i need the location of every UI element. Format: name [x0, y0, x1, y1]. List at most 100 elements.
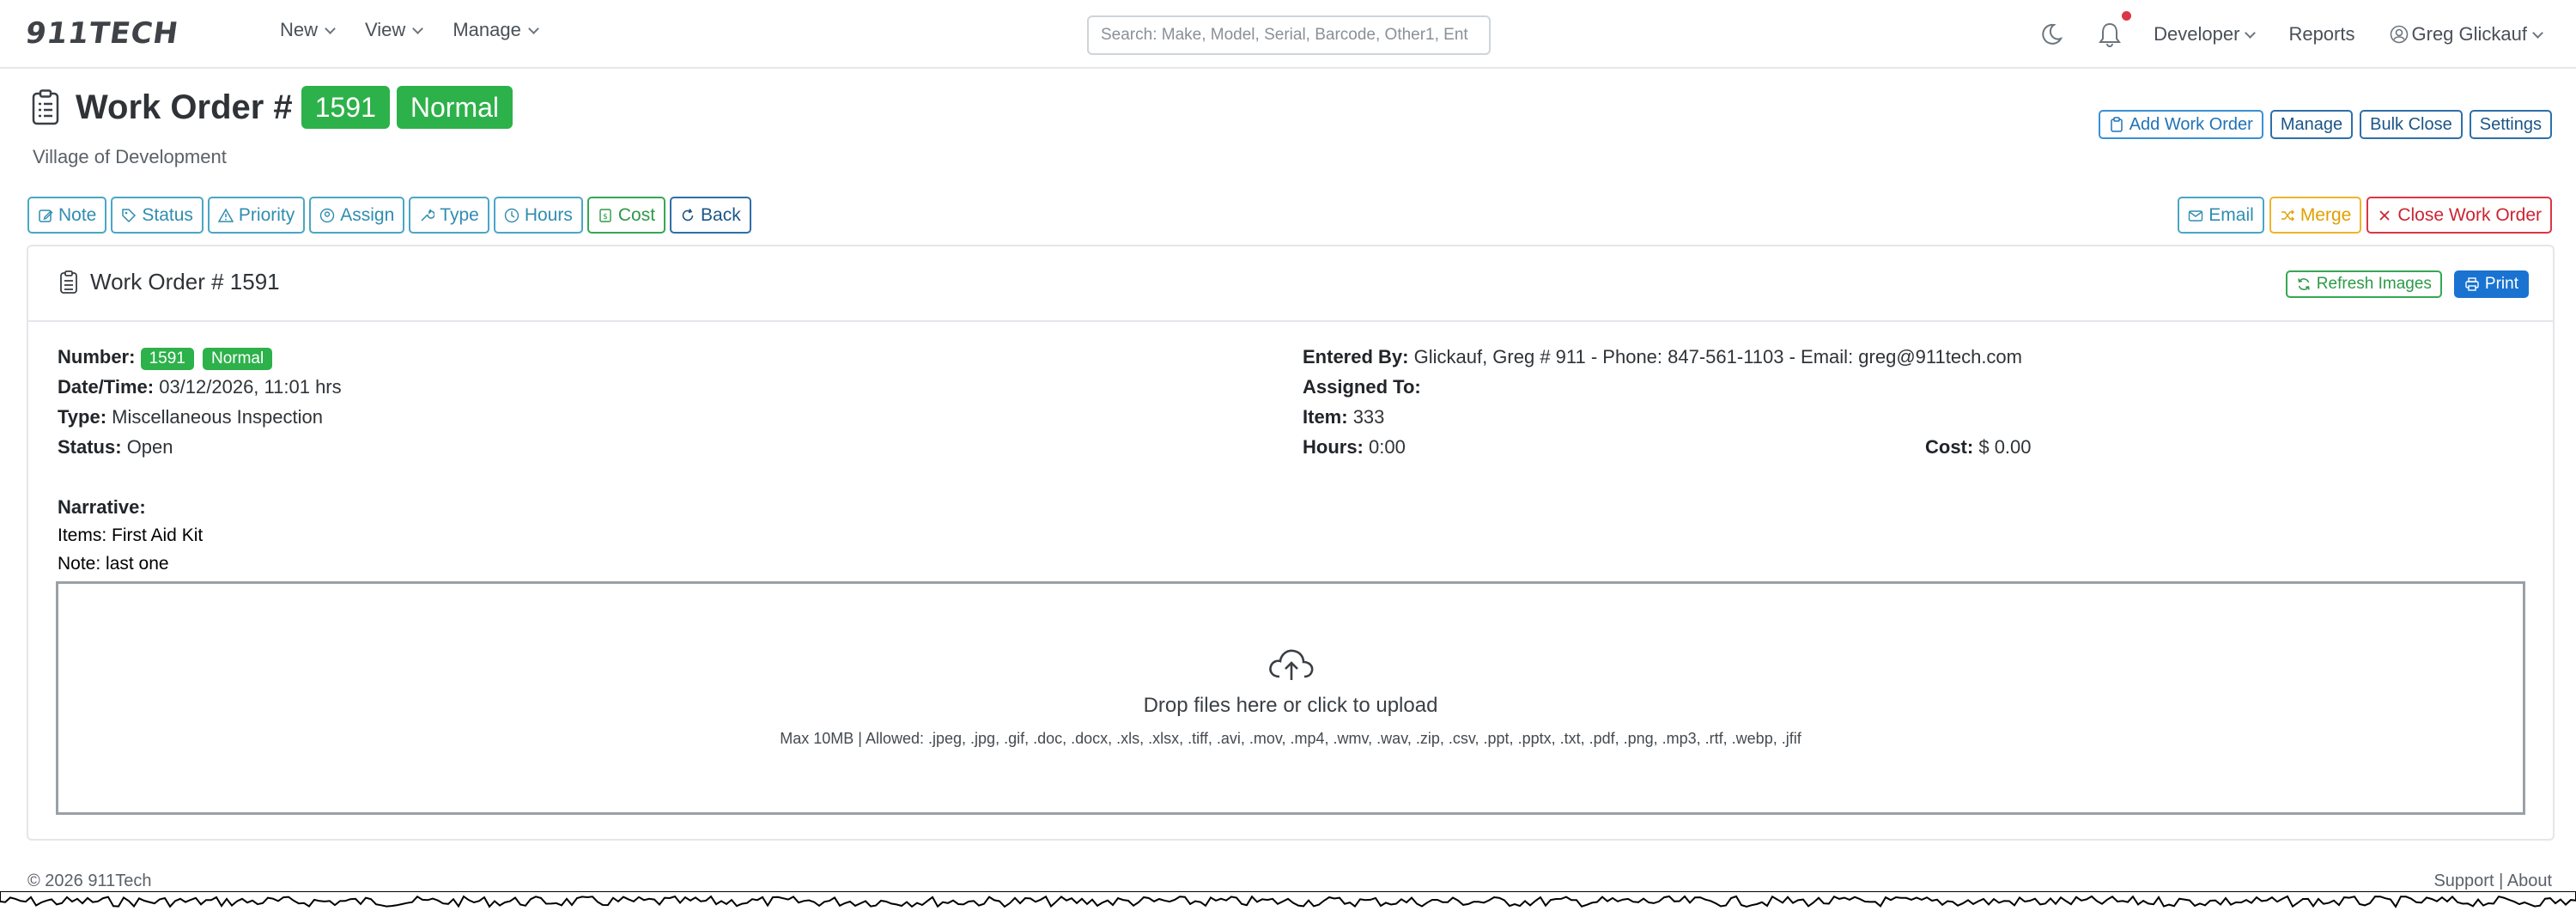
reports-label: Reports: [2288, 23, 2355, 45]
work-order-toolbar: Note Status Priority Assign Type Hours $…: [27, 197, 751, 234]
hours-label: Hours: [524, 204, 573, 225]
footer-links: Support | About: [2433, 872, 2552, 891]
shuffle-icon: [2281, 210, 2294, 221]
pencil-square-icon: [39, 209, 53, 222]
priority-badge-small: Normal: [202, 348, 273, 370]
notification-dot: [2122, 11, 2132, 21]
user-circle-icon: [2390, 25, 2408, 44]
search-input[interactable]: [1087, 15, 1491, 55]
moon-icon[interactable]: [2037, 20, 2066, 49]
priority-button[interactable]: Priority: [207, 197, 306, 234]
add-work-order-button[interactable]: Add Work Order: [2098, 110, 2263, 139]
settings-button[interactable]: Settings: [2469, 110, 2552, 139]
type-label: Type:: [58, 406, 107, 428]
status-label: Status:: [58, 436, 122, 458]
narrative-label: Narrative:: [58, 496, 146, 518]
about-link[interactable]: About: [2507, 872, 2552, 890]
priority-label: Priority: [238, 204, 295, 225]
menu-developer[interactable]: Developer: [2154, 23, 2257, 46]
detail-cost: Cost: $ 0.00: [1925, 436, 2032, 459]
bell-icon: [2099, 22, 2122, 47]
chevron-down-icon: [527, 22, 539, 34]
menu-view[interactable]: View: [365, 19, 424, 41]
file-upload-dropzone[interactable]: Drop files here or click to upload Max 1…: [56, 581, 2525, 815]
item-value: 333: [1352, 406, 1385, 428]
chevron-down-icon: [412, 22, 424, 34]
support-link[interactable]: Support: [2433, 872, 2494, 890]
close-icon: [2379, 210, 2390, 221]
detail-narrative: Narrative:: [58, 496, 146, 519]
refresh-icon: [2298, 278, 2310, 290]
note-button[interactable]: Note: [27, 197, 107, 234]
page-title: Work Order #: [76, 88, 293, 126]
note-label: Note: [58, 204, 97, 225]
print-label: Print: [2484, 275, 2518, 293]
type-label: Type: [440, 204, 479, 225]
top-navbar: 911TECH New View Manage Developer: [0, 0, 2576, 69]
menu-developer-label: Developer: [2154, 23, 2240, 45]
detail-entered-by: Entered By: Glickauf, Greg # 911 - Phone…: [1303, 346, 2022, 368]
chevron-down-icon: [2532, 27, 2543, 39]
entered-by-label: Entered By:: [1303, 346, 1409, 367]
detail-assigned-to: Assigned To:: [1303, 376, 1421, 398]
detail-status: Status: Open: [58, 436, 173, 459]
refresh-images-button[interactable]: Refresh Images: [2285, 270, 2442, 298]
add-work-order-label: Add Work Order: [2129, 114, 2253, 134]
cost-button[interactable]: $ Cost: [586, 197, 666, 234]
menu-manage[interactable]: Manage: [453, 19, 539, 41]
torn-edge: [0, 891, 2576, 911]
assign-button[interactable]: Assign: [309, 197, 405, 234]
clock-icon: [504, 208, 519, 222]
work-order-number-badge: 1591: [301, 86, 390, 129]
work-order-actions: Email Merge Close Work Order: [2178, 197, 2552, 234]
copyright: © 2026 911Tech: [27, 872, 152, 890]
number-badge: 1591: [140, 348, 194, 370]
printer-icon: [2465, 277, 2479, 291]
clipboard-icon: [2110, 117, 2123, 132]
back-label: Back: [701, 204, 741, 225]
email-label: Email: [2208, 204, 2254, 225]
page-subtitle: Village of Development: [33, 146, 227, 167]
email-button[interactable]: Email: [2178, 197, 2264, 234]
type-button[interactable]: Type: [409, 197, 489, 234]
close-work-order-button[interactable]: Close Work Order: [2366, 197, 2552, 234]
detail-item: Item: 333: [1303, 406, 1384, 428]
refresh-images-label: Refresh Images: [2316, 275, 2432, 293]
card-header: Work Order # 1591 Refresh Images Print: [28, 246, 2553, 322]
user-menu[interactable]: Greg Glickauf: [2390, 23, 2543, 46]
menu-manage-label: Manage: [453, 19, 521, 40]
user-circle-icon: [320, 208, 335, 222]
merge-button[interactable]: Merge: [2269, 197, 2362, 234]
print-button[interactable]: Print: [2453, 270, 2529, 298]
back-button[interactable]: Back: [670, 197, 751, 234]
dropzone-title: Drop files here or click to upload: [1143, 694, 1438, 717]
detail-datetime: Date/Time: 03/12/2026, 11:01 hrs: [58, 376, 342, 398]
entered-by-value: Glickauf, Greg # 911 - Phone: 847-561-11…: [1413, 346, 2022, 367]
menu-new-label: New: [280, 19, 319, 40]
hours-button[interactable]: Hours: [493, 197, 583, 234]
warning-triangle-icon: [217, 207, 234, 222]
tag-icon: [122, 208, 137, 222]
brand-logo[interactable]: 911TECH: [23, 14, 181, 53]
menu-new[interactable]: New: [280, 19, 336, 41]
wrench-icon: [421, 208, 435, 222]
manage-button[interactable]: Manage: [2269, 110, 2354, 139]
datetime-value: 03/12/2026, 11:01 hrs: [159, 376, 342, 398]
datetime-label: Date/Time:: [58, 376, 155, 398]
status-value: Open: [126, 436, 173, 458]
cost-label: Cost: [617, 204, 656, 225]
bulk-close-button[interactable]: Bulk Close: [2360, 110, 2463, 139]
detail-hours: Hours: 0:00: [1303, 436, 1406, 459]
status-label: Status: [142, 204, 193, 225]
number-label: Number:: [58, 346, 136, 367]
refresh-arrow-icon: [682, 208, 694, 221]
status-button[interactable]: Status: [111, 197, 204, 234]
dropzone-hint: Max 10MB | Allowed: .jpeg, .jpg, .gif, .…: [780, 730, 1801, 747]
envelope-icon: [2189, 210, 2203, 222]
chevron-down-icon: [325, 22, 336, 34]
card-title-text: Work Order # 1591: [90, 269, 280, 295]
notifications-bell[interactable]: [2095, 11, 2132, 49]
reports-link[interactable]: Reports: [2288, 23, 2354, 46]
user-name: Greg Glickauf: [2411, 23, 2528, 45]
cost-value: $ 0.00: [1978, 436, 2032, 458]
